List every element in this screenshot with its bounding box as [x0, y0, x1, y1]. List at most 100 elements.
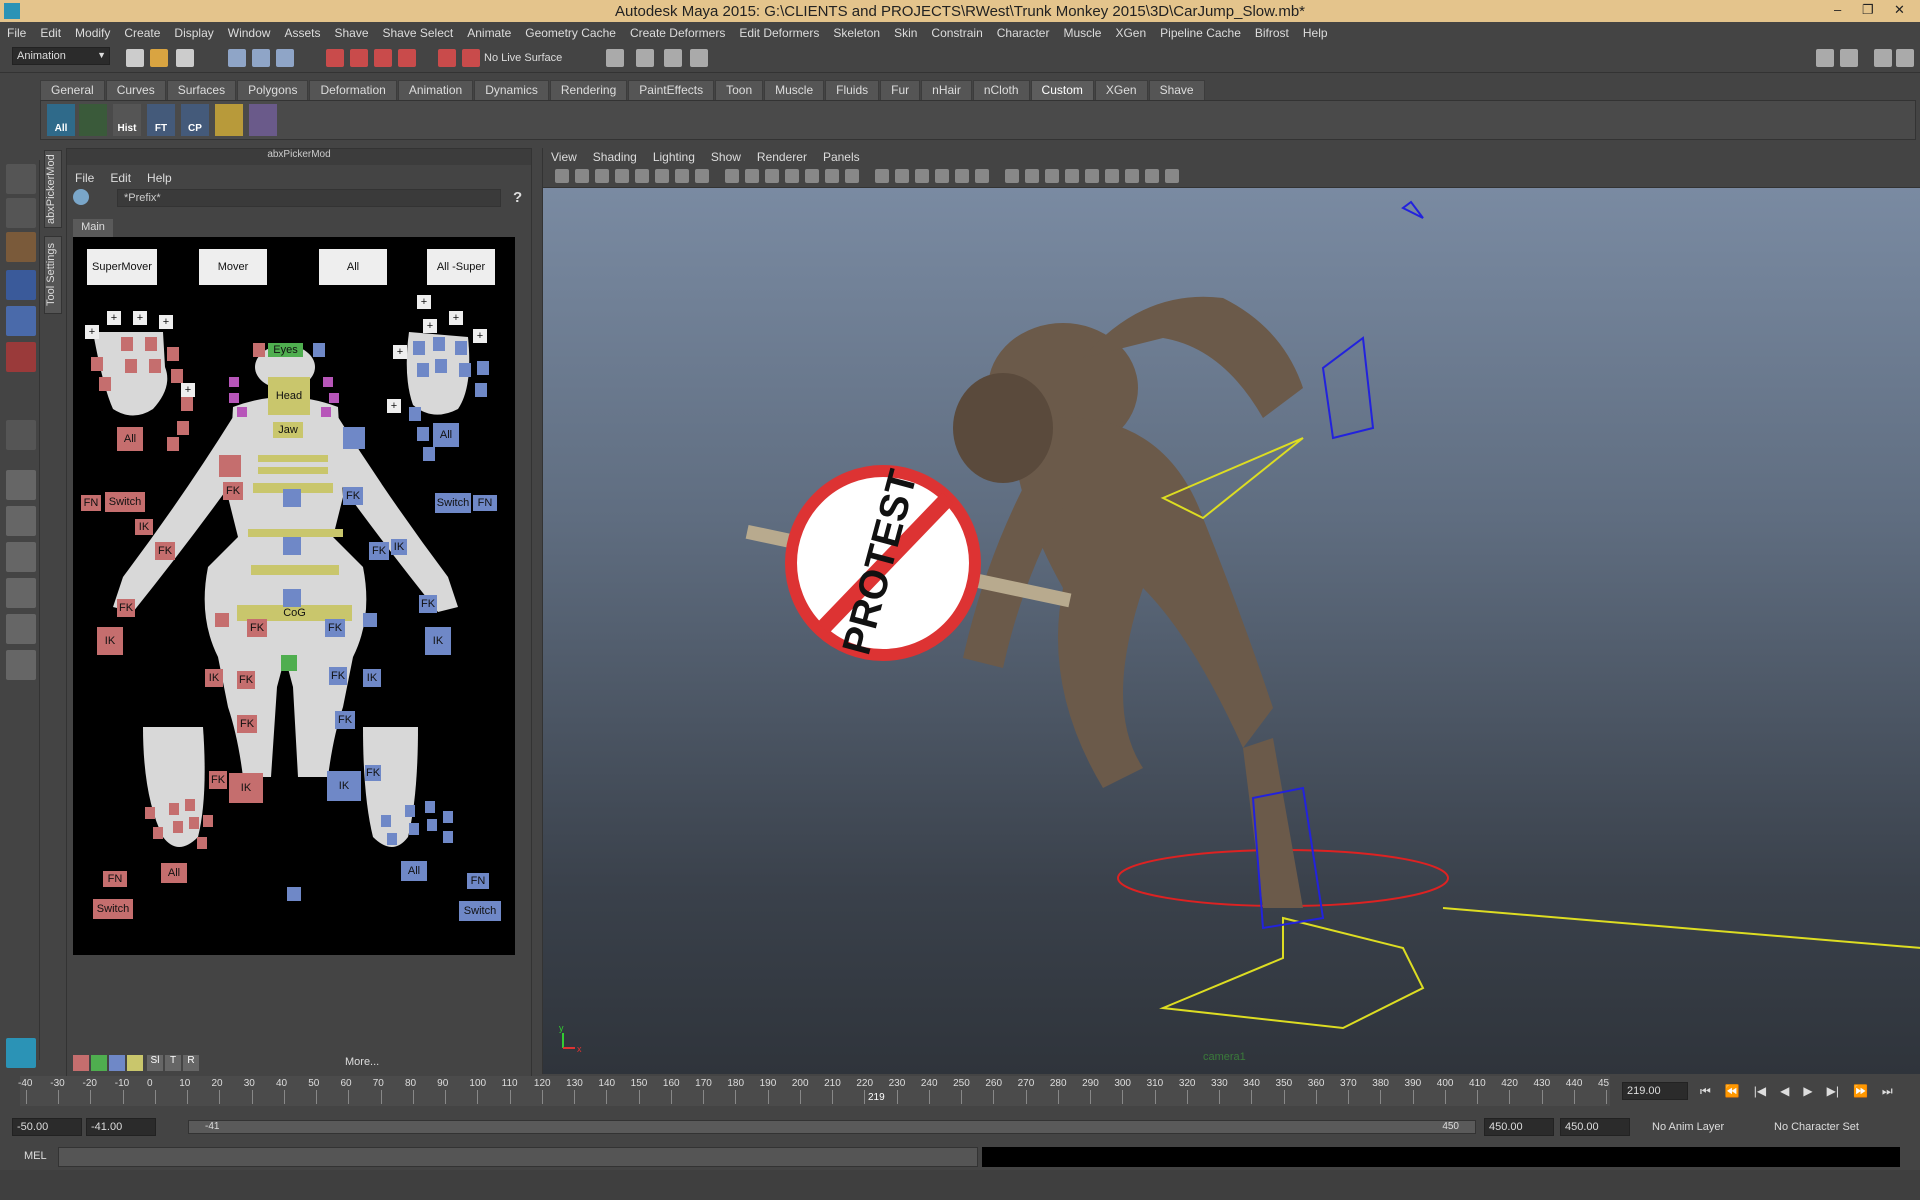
right-hip-button[interactable] [363, 613, 377, 627]
shelf-tab-ncloth[interactable]: nCloth [972, 80, 1030, 100]
picker-menu-file[interactable]: File [75, 171, 94, 185]
swatch-red[interactable] [73, 1055, 89, 1071]
torso-button[interactable] [283, 537, 301, 555]
select-component-icon[interactable] [276, 49, 294, 67]
snap-curve-icon[interactable] [350, 49, 368, 67]
viewport-tool-icon[interactable] [825, 169, 839, 183]
viewport-menu-lighting[interactable]: Lighting [653, 150, 695, 164]
current-frame-marker[interactable]: 219 [868, 1092, 885, 1103]
swatch-yellow[interactable] [127, 1055, 143, 1071]
move-tool-icon[interactable] [6, 270, 36, 300]
render-view-icon[interactable] [606, 49, 624, 67]
close-button[interactable]: ✕ [1894, 2, 1905, 18]
go-end-icon[interactable]: ⏭ [1882, 1084, 1893, 1099]
viewport-tool-icon[interactable] [1005, 169, 1019, 183]
range-inner-end-field[interactable]: 450.00 [1484, 1118, 1554, 1136]
eyes-button[interactable]: Eyes [268, 343, 303, 357]
viewport-tool-icon[interactable] [875, 169, 889, 183]
viewport-tool-icon[interactable] [1165, 169, 1179, 183]
all-left-hand-button[interactable]: All [117, 427, 143, 451]
left-finger-button[interactable] [171, 369, 183, 383]
shelf-tab-nhair[interactable]: nHair [921, 80, 972, 100]
attribute-editor-icon[interactable] [1840, 49, 1858, 67]
ik-right-foot-button[interactable]: IK [327, 771, 361, 801]
all-super-button[interactable]: All -Super [427, 249, 495, 285]
render-settings-icon[interactable] [690, 49, 708, 67]
fk-left-foot-button[interactable]: FK [209, 771, 227, 789]
tab-main[interactable]: Main [73, 219, 113, 237]
viewport-tool-icon[interactable] [915, 169, 929, 183]
fk-right-leg-button[interactable]: FK [325, 619, 345, 637]
left-toe-button[interactable] [173, 821, 183, 833]
shelf-tab-toon[interactable]: Toon [715, 80, 764, 100]
shelf-tab-dynamics[interactable]: Dynamics [474, 80, 549, 100]
menu-character[interactable]: Character [997, 26, 1050, 40]
switch-left-leg-button[interactable]: Switch [93, 899, 133, 919]
maya-icon[interactable] [6, 1038, 36, 1068]
layout-icon[interactable] [1816, 49, 1834, 67]
menu-file[interactable]: File [7, 26, 26, 40]
picker-menu-edit[interactable]: Edit [110, 171, 131, 185]
pelvis-button[interactable] [283, 589, 301, 607]
help-button[interactable]: ? [513, 189, 522, 206]
left-finger-button[interactable] [167, 347, 179, 361]
picker-menu-help[interactable]: Help [147, 171, 172, 185]
hip-button[interactable] [281, 655, 297, 671]
viewport-tool-icon[interactable] [1065, 169, 1079, 183]
viewport-tool-icon[interactable] [1085, 169, 1099, 183]
menu-assets[interactable]: Assets [284, 26, 320, 40]
fk-right-wrist-button[interactable]: FK [419, 595, 437, 613]
shelf-tab-surfaces[interactable]: Surfaces [166, 80, 237, 100]
perspective-viewport[interactable]: View Shading Lighting Show Renderer Panels PR… [542, 148, 1920, 1074]
extra-control-button[interactable] [287, 887, 301, 901]
viewport-tool-icon[interactable] [1145, 169, 1159, 183]
spine-3-button[interactable] [251, 565, 339, 575]
paint-select-icon[interactable] [6, 232, 36, 262]
layout-two-icon[interactable] [6, 542, 36, 572]
all-right-foot-button[interactable]: All [401, 861, 427, 881]
viewport-tool-icon[interactable] [785, 169, 799, 183]
fk-right-ankle-button[interactable]: FK [335, 711, 355, 729]
left-toe-button[interactable] [189, 817, 199, 829]
spine-top-button[interactable] [258, 455, 328, 462]
jaw-button[interactable]: Jaw [273, 422, 303, 438]
range-bar[interactable]: -41 450 [188, 1120, 1476, 1134]
left-hip-button[interactable] [215, 613, 229, 627]
shelf-tab-polygons[interactable]: Polygons [237, 80, 309, 100]
menu-display[interactable]: Display [174, 26, 213, 40]
fk-left-wrist-button[interactable]: FK [117, 599, 135, 617]
fk-right-elbow-button[interactable]: FK [369, 542, 389, 560]
snap-plane-icon[interactable] [398, 49, 416, 67]
viewport-tool-icon[interactable] [1025, 169, 1039, 183]
left-finger-button[interactable] [99, 377, 111, 391]
menu-animate[interactable]: Animate [467, 26, 511, 40]
plus-button[interactable]: + [159, 315, 173, 329]
viewport-tool-icon[interactable] [745, 169, 759, 183]
switch-right-leg-button[interactable]: Switch [459, 901, 501, 921]
menu-shave[interactable]: Shave [334, 26, 368, 40]
new-scene-icon[interactable] [126, 49, 144, 67]
more-button[interactable]: More... [345, 1056, 379, 1068]
viewport-tool-icon[interactable] [1105, 169, 1119, 183]
fn-right-leg-button[interactable]: FN [467, 873, 489, 889]
step-forward-key-icon[interactable]: ⏩ [1853, 1084, 1868, 1099]
left-finger-button[interactable] [91, 357, 103, 371]
left-finger-button[interactable] [145, 337, 157, 351]
shelf-tab-general[interactable]: General [40, 80, 105, 100]
ik-right-arm-button[interactable]: IK [391, 539, 407, 555]
spine-chest-button[interactable] [258, 467, 328, 474]
right-finger-button[interactable] [435, 359, 447, 373]
play-back-icon[interactable]: ◀ [1780, 1084, 1789, 1099]
shelf-tab-rendering[interactable]: Rendering [549, 80, 628, 100]
right-finger-button[interactable] [455, 341, 467, 355]
layout-single-icon[interactable] [6, 470, 36, 500]
viewport-menu-panels[interactable]: Panels [823, 150, 860, 164]
tab-abxpickermod[interactable]: abxPickerMod [44, 150, 62, 228]
viewport-tool-icon[interactable] [765, 169, 779, 183]
viewport-tool-icon[interactable] [615, 169, 629, 183]
shoulder-left-button[interactable] [219, 455, 241, 477]
all-right-hand-button[interactable]: All [433, 423, 459, 447]
menu-create[interactable]: Create [124, 26, 160, 40]
step-forward-frame-icon[interactable]: ▶| [1827, 1084, 1839, 1099]
menu-edit-deformers[interactable]: Edit Deformers [739, 26, 819, 40]
